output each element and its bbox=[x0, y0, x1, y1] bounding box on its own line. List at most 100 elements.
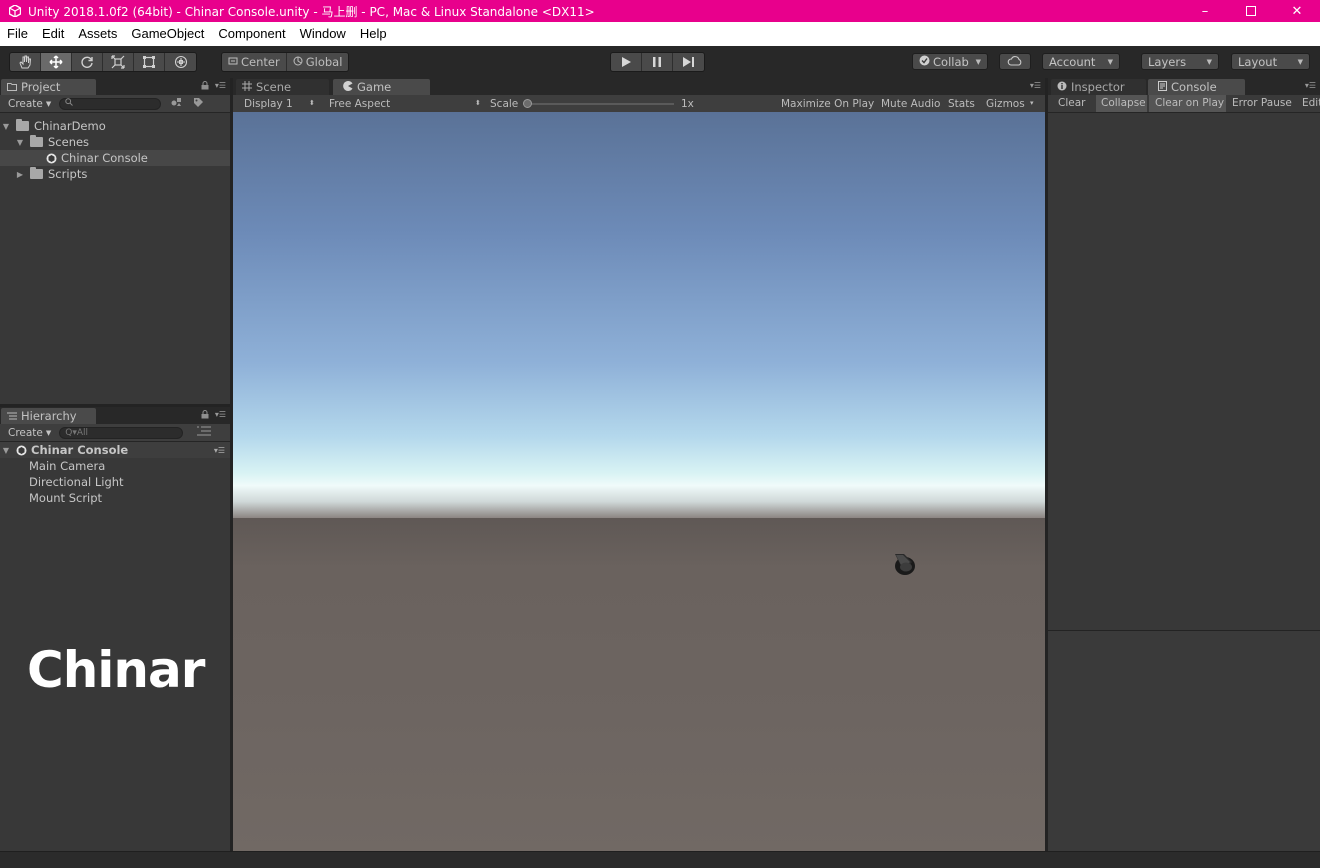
mute-audio-toggle[interactable]: Mute Audio bbox=[881, 98, 940, 110]
globe-icon bbox=[293, 55, 303, 69]
tree-item-scenes[interactable]: ▼ Scenes bbox=[0, 134, 230, 150]
tab-project[interactable]: Project bbox=[1, 79, 96, 95]
folder-icon bbox=[30, 167, 43, 179]
folder-icon bbox=[30, 135, 43, 147]
menu-gameobject[interactable]: GameObject bbox=[124, 22, 211, 46]
menu-component[interactable]: Component bbox=[211, 22, 292, 46]
console-clear-button[interactable]: Clear bbox=[1048, 95, 1094, 112]
lock-icon[interactable] bbox=[201, 410, 209, 421]
scale-slider-track[interactable] bbox=[523, 103, 674, 105]
filter-type-icon[interactable] bbox=[171, 97, 183, 111]
close-icon[interactable]: ✕ bbox=[1274, 0, 1320, 22]
gizmos-dropdown[interactable]: Gizmos bbox=[986, 98, 1025, 110]
checkmark-icon bbox=[919, 55, 930, 69]
hand-icon[interactable] bbox=[10, 53, 41, 71]
rotate-icon[interactable] bbox=[72, 53, 103, 71]
menu-help[interactable]: Help bbox=[353, 22, 394, 46]
panel-menu-icon[interactable]: ▾☰ bbox=[215, 410, 226, 421]
display-dropdown[interactable]: Display 1 bbox=[244, 98, 293, 110]
minimize-icon[interactable]: – bbox=[1182, 0, 1228, 22]
panel-menu-icon[interactable]: ▾☰ bbox=[1305, 81, 1316, 90]
maximize-icon[interactable] bbox=[1228, 0, 1274, 22]
tree-item-chinardemo[interactable]: ▼ ChinarDemo bbox=[0, 118, 230, 134]
ground-plane bbox=[233, 518, 1045, 851]
cloud-icon bbox=[1007, 55, 1023, 69]
tree-item-label: Scenes bbox=[48, 135, 90, 149]
maximize-on-play-toggle[interactable]: Maximize On Play bbox=[781, 98, 874, 110]
account-label: Account bbox=[1049, 54, 1096, 69]
project-hierarchy-splitter[interactable] bbox=[0, 404, 230, 407]
right-tabstrip: Inspector Console ▾☰ bbox=[1048, 78, 1320, 95]
menu-window[interactable]: Window bbox=[293, 22, 353, 46]
tab-console[interactable]: Console bbox=[1148, 79, 1245, 95]
unity-scene-icon bbox=[46, 153, 57, 164]
hierarchy-item[interactable]: Mount Script bbox=[0, 490, 230, 506]
move-icon[interactable] bbox=[41, 53, 72, 71]
collapsed-arrow-icon[interactable]: ▶ bbox=[14, 170, 26, 179]
tab-scene[interactable]: Scene bbox=[236, 79, 329, 95]
hierarchy-search-input[interactable]: Q▾All bbox=[59, 426, 184, 439]
hierarchy-scene-row[interactable]: ▼ Chinar Console ▾☰ bbox=[0, 442, 230, 458]
right-splitter[interactable] bbox=[1045, 78, 1048, 851]
pause-icon[interactable] bbox=[642, 53, 673, 71]
project-tabstrip: Project ▾☰ bbox=[0, 78, 230, 95]
menu-edit[interactable]: Edit bbox=[35, 22, 71, 46]
console-log-list[interactable] bbox=[1048, 113, 1320, 630]
left-splitter[interactable] bbox=[230, 78, 233, 851]
expanded-arrow-icon[interactable]: ▼ bbox=[14, 138, 26, 147]
cloud-button[interactable] bbox=[999, 53, 1031, 70]
console-panel: Inspector Console ▾☰ Clear Collapse Clea… bbox=[1048, 78, 1320, 851]
tab-game-label: Game bbox=[357, 80, 392, 94]
console-icon bbox=[1158, 80, 1167, 94]
tree-item-scripts[interactable]: ▶ Scripts bbox=[0, 166, 230, 182]
expanded-arrow-icon[interactable]: ▼ bbox=[0, 122, 12, 131]
hierarchy-item[interactable]: Directional Light bbox=[0, 474, 230, 490]
hierarchy-create-dropdown[interactable]: Create ▼ bbox=[0, 427, 59, 439]
list-icon bbox=[7, 409, 17, 423]
chevron-down-icon: ▼ bbox=[45, 99, 52, 108]
scale-icon[interactable] bbox=[103, 53, 134, 71]
menu-file[interactable]: File bbox=[0, 22, 35, 46]
game-toolbar: Display 1 ⬍ Free Aspect ⬍ Scale 1x Maxim… bbox=[233, 95, 1045, 113]
game-viewport[interactable] bbox=[233, 112, 1045, 851]
transform-icon[interactable] bbox=[165, 53, 196, 71]
console-error-pause-toggle[interactable]: Error Pause bbox=[1228, 95, 1300, 112]
tab-inspector[interactable]: Inspector bbox=[1051, 79, 1146, 95]
hierarchy-options-icon[interactable] bbox=[197, 426, 212, 439]
tag-icon[interactable] bbox=[193, 97, 204, 111]
scale-slider-handle[interactable] bbox=[523, 99, 532, 108]
stats-toggle[interactable]: Stats bbox=[948, 98, 975, 110]
pivot-global-button[interactable]: Global bbox=[287, 53, 349, 71]
play-icon[interactable] bbox=[611, 53, 642, 71]
account-dropdown[interactable]: Account ▼ bbox=[1042, 53, 1120, 70]
lock-icon[interactable] bbox=[201, 81, 209, 92]
menu-assets[interactable]: Assets bbox=[71, 22, 124, 46]
layers-dropdown[interactable]: Layers ▼ bbox=[1141, 53, 1219, 70]
tab-game[interactable]: Game bbox=[333, 79, 430, 95]
console-clear-on-play-toggle[interactable]: Clear on Play bbox=[1149, 95, 1226, 112]
pivot-center-button[interactable]: Center bbox=[222, 53, 287, 71]
scene-menu-icon[interactable]: ▾☰ bbox=[214, 446, 225, 455]
panel-menu-icon[interactable]: ▾☰ bbox=[215, 81, 226, 92]
project-search-input[interactable] bbox=[59, 97, 162, 110]
hierarchy-tabstrip: Hierarchy ▾☰ bbox=[0, 407, 230, 424]
panel-menu-icon[interactable]: ▾☰ bbox=[1030, 81, 1041, 90]
aspect-dropdown[interactable]: Free Aspect bbox=[329, 98, 390, 110]
expanded-arrow-icon[interactable]: ▼ bbox=[0, 446, 12, 455]
folder-icon bbox=[16, 119, 29, 131]
info-icon bbox=[1057, 80, 1067, 94]
rect-icon[interactable] bbox=[134, 53, 165, 71]
step-icon[interactable] bbox=[673, 53, 704, 71]
project-create-dropdown[interactable]: Create ▼ bbox=[0, 98, 59, 110]
aspect-label: Free Aspect bbox=[329, 97, 391, 110]
unity-scene-icon bbox=[16, 445, 27, 456]
hierarchy-item[interactable]: Main Camera bbox=[0, 458, 230, 474]
layout-dropdown[interactable]: Layout ▼ bbox=[1231, 53, 1310, 70]
console-detail-area bbox=[1048, 631, 1320, 851]
collab-dropdown[interactable]: Collab ▼ bbox=[912, 53, 988, 70]
tree-item-chinar-console[interactable]: Chinar Console bbox=[0, 150, 230, 166]
console-collapse-toggle[interactable]: Collapse bbox=[1096, 95, 1147, 112]
hierarchy-scene-label: Chinar Console bbox=[31, 443, 129, 457]
tab-hierarchy[interactable]: Hierarchy bbox=[1, 408, 96, 424]
console-editor-dropdown[interactable]: Edit bbox=[1302, 95, 1320, 112]
